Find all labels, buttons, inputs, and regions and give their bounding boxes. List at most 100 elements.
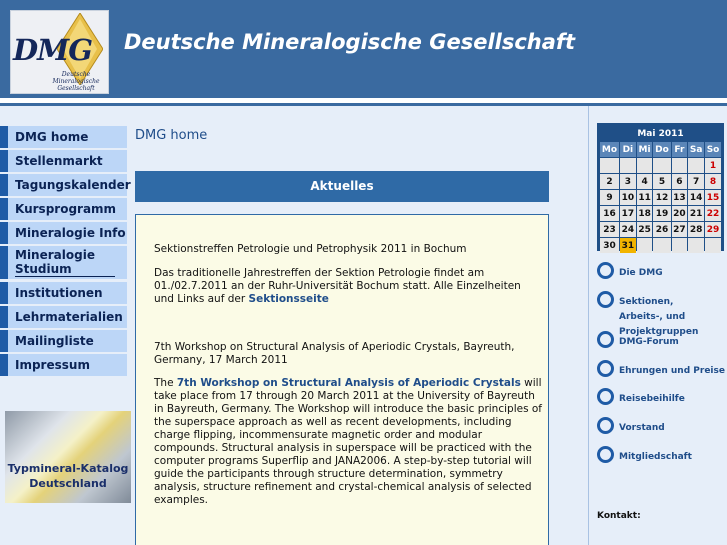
- news-body: The 7th Workshop on Structural Analysis …: [154, 377, 544, 507]
- calendar-weekday: Do: [653, 142, 671, 157]
- calendar-day[interactable]: 16: [600, 206, 619, 221]
- calendar-day[interactable]: 22: [705, 206, 721, 221]
- calendar-day[interactable]: 26: [653, 222, 671, 237]
- calendar-day[interactable]: 9: [600, 190, 619, 205]
- site-header: DMG Deutsche Mineralogische Gesellschaft…: [0, 0, 727, 98]
- calendar-day[interactable]: 14: [688, 190, 705, 205]
- calendar-day[interactable]: 8: [705, 174, 721, 189]
- circle-bullet-icon: [597, 388, 614, 405]
- calendar-day[interactable]: 20: [671, 206, 688, 221]
- calendar-day[interactable]: 11: [636, 190, 653, 205]
- news-box: Sektionstreffen Petrologie und Petrophys…: [135, 214, 549, 545]
- link-label: Mitgliedschaft: [619, 452, 692, 462]
- kontakt-label: Kontakt:: [597, 511, 641, 521]
- page-title: DMG home: [135, 128, 208, 143]
- nav-item-label: Lehrmaterialien: [15, 310, 123, 324]
- calendar-empty-cell: [671, 238, 688, 253]
- nav-item-mineralogie-studium[interactable]: Mineralogie Studium: [0, 246, 127, 279]
- nav-item-impressum[interactable]: Impressum: [0, 354, 127, 376]
- typmineral-katalog-banner[interactable]: Typmineral-Katalog Deutschland: [5, 411, 131, 503]
- calendar-weekday: Mi: [636, 142, 653, 157]
- news-heading: Sektionstreffen Petrologie und Petrophys…: [154, 243, 467, 255]
- nav-item-stellenmarkt[interactable]: Stellenmarkt: [0, 150, 127, 172]
- nav-item-label: Impressum: [15, 358, 90, 372]
- nav-item-lehrmaterialien[interactable]: Lehrmaterialien: [0, 306, 127, 328]
- calendar-day[interactable]: 6: [671, 174, 688, 189]
- nav-item-label: Mailingliste: [15, 334, 94, 348]
- calendar-day[interactable]: 18: [636, 206, 653, 221]
- logo-subtitle: Deutsche Mineralogische Gesellschaft: [52, 71, 100, 92]
- calendar-day[interactable]: 30: [600, 238, 619, 253]
- nav-item-kursprogramm[interactable]: Kursprogramm: [0, 198, 127, 220]
- logo-text: DMG: [13, 33, 93, 67]
- news-body: Das traditionelle Jahrestreffen der Sekt…: [154, 267, 544, 306]
- nav-item-label: Institutionen: [15, 286, 103, 300]
- section-header-aktuelles: Aktuelles: [135, 171, 549, 202]
- workshop-link[interactable]: 7th Workshop on Structural Analysis of A…: [177, 377, 521, 389]
- calendar-day[interactable]: 5: [653, 174, 671, 189]
- nav-item-mineralogie-info[interactable]: Mineralogie Info: [0, 222, 127, 244]
- calendar-empty-cell: [653, 158, 671, 173]
- circle-bullet-icon: [597, 262, 614, 279]
- calendar-day[interactable]: 29: [705, 222, 721, 237]
- news-text: The: [154, 377, 177, 389]
- calendar-day[interactable]: 31: [620, 238, 636, 253]
- calendar-empty-cell: [600, 158, 619, 173]
- calendar-weekday: Sa: [688, 142, 705, 157]
- calendar-day[interactable]: 27: [671, 222, 688, 237]
- nav-item-mailingliste[interactable]: Mailingliste: [0, 330, 127, 352]
- calendar-day[interactable]: 23: [600, 222, 619, 237]
- link-label: Reisebeihilfe: [619, 394, 685, 404]
- link-label: Vorstand: [619, 423, 665, 433]
- calendar-day[interactable]: 15: [705, 190, 721, 205]
- calendar-day[interactable]: 7: [688, 174, 705, 189]
- calendar-weekday: So: [705, 142, 721, 157]
- calendar-empty-cell: [653, 238, 671, 253]
- calendar-empty-cell: [636, 238, 653, 253]
- nav-item-dmg-home[interactable]: DMG home: [0, 126, 127, 148]
- calendar-weekday: Fr: [671, 142, 688, 157]
- sektionsseite-link[interactable]: Sektionsseite: [249, 293, 329, 305]
- calendar-table: Mai 2011 Mo Di Mi Do Fr Sa So 1 2 3 4 5 6 7 8 9 10 11 12 1…: [599, 125, 722, 254]
- dmg-logo[interactable]: DMG Deutsche Mineralogische Gesellschaft: [10, 10, 109, 94]
- nav-item-tagungskalender[interactable]: Tagungskalender: [0, 174, 131, 196]
- calendar-day[interactable]: 13: [671, 190, 688, 205]
- calendar-empty-cell: [688, 158, 705, 173]
- calendar-day[interactable]: 25: [636, 222, 653, 237]
- news-text: will take place from 17 through 20 March…: [154, 377, 543, 506]
- calendar-day[interactable]: 21: [688, 206, 705, 221]
- nav-item-label: Stellenmarkt: [15, 154, 103, 168]
- calendar-weekday: Mo: [600, 142, 619, 157]
- calendar-empty-cell: [705, 238, 721, 253]
- nav-item-label: Mineralogie Info: [15, 226, 126, 240]
- calendar-day[interactable]: 28: [688, 222, 705, 237]
- calendar-day[interactable]: 10: [620, 190, 636, 205]
- calendar-day[interactable]: 12: [653, 190, 671, 205]
- calendar-empty-cell: [620, 158, 636, 173]
- news-heading: 7th Workshop on Structural Analysis of A…: [154, 341, 515, 366]
- link-label: Ehrungen und Preise: [619, 366, 725, 376]
- calendar-day[interactable]: 19: [653, 206, 671, 221]
- calendar-month-title[interactable]: Mai 2011: [600, 126, 721, 141]
- nav-item-label: Tagungskalender: [15, 178, 131, 192]
- calendar-empty-cell: [636, 158, 653, 173]
- banner-label: Typmineral-Katalog Deutschland: [7, 462, 129, 490]
- nav-item-label: DMG home: [15, 130, 89, 144]
- calendar-day[interactable]: 2: [600, 174, 619, 189]
- calendar-widget: Mai 2011 Mo Di Mi Do Fr Sa So 1 2 3 4 5 6 7 8 9 10 11 12 1…: [597, 123, 724, 254]
- calendar-empty-cell: [671, 158, 688, 173]
- calendar-day[interactable]: 3: [620, 174, 636, 189]
- circle-bullet-icon: [597, 291, 614, 308]
- news-text: Das traditionelle Jahrestreffen der Sekt…: [154, 267, 521, 305]
- calendar-day[interactable]: 17: [620, 206, 636, 221]
- circle-bullet-icon: [597, 417, 614, 434]
- link-label: Sektionen, Arbeits-, und Projektgruppen: [619, 297, 699, 337]
- nav-item-institutionen[interactable]: Institutionen: [0, 282, 127, 304]
- nav-item-label: Kursprogramm: [15, 202, 117, 216]
- calendar-day[interactable]: 1: [705, 158, 721, 173]
- circle-bullet-icon: [597, 446, 614, 463]
- calendar-day[interactable]: 24: [620, 222, 636, 237]
- calendar-day[interactable]: 4: [636, 174, 653, 189]
- circle-bullet-icon: [597, 360, 614, 377]
- calendar-weekday: Di: [620, 142, 636, 157]
